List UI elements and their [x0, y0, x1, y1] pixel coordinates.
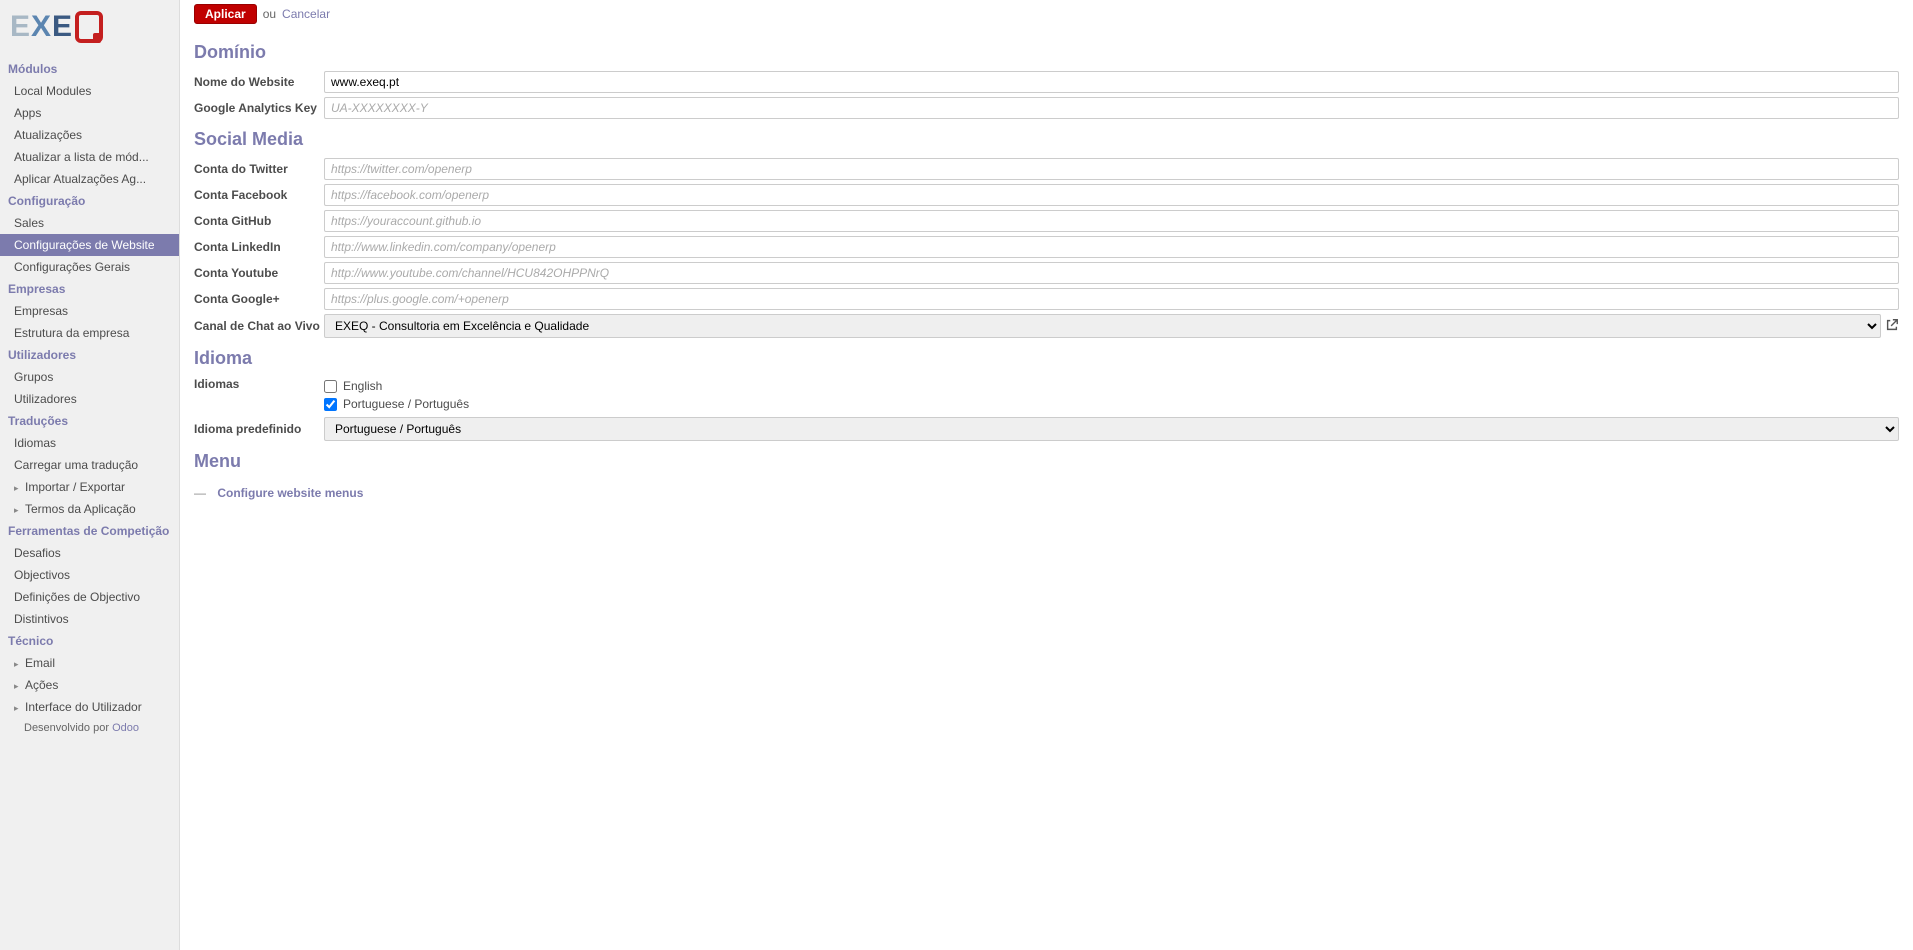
nav-item[interactable]: Idiomas — [0, 432, 179, 454]
nav-item[interactable]: Local Modules — [0, 80, 179, 102]
nav-item[interactable]: Termos da Aplicação — [0, 498, 179, 520]
input-linkedin[interactable] — [324, 236, 1899, 258]
nav-item[interactable]: Configurações Gerais — [0, 256, 179, 278]
nav-item[interactable]: Apps — [0, 102, 179, 124]
logo: EXE — [0, 0, 179, 58]
label-googleplus: Conta Google+ — [194, 292, 324, 306]
nav-item[interactable]: Definições de Objectivo — [0, 586, 179, 608]
nav-section-title: Utilizadores — [0, 344, 179, 366]
logo-q-icon — [75, 11, 103, 43]
logo-part-2: X — [31, 10, 52, 44]
logo-part-3: E — [52, 10, 73, 44]
nav-item[interactable]: Atualizar a lista de mód... — [0, 146, 179, 168]
section-title-idioma: Idioma — [194, 348, 1899, 369]
label-youtube: Conta Youtube — [194, 266, 324, 280]
cancel-link[interactable]: Cancelar — [282, 7, 330, 21]
label-livechat: Canal de Chat ao Vivo — [194, 319, 324, 333]
nav-item[interactable]: Distintivos — [0, 608, 179, 630]
checkbox-english[interactable] — [324, 380, 337, 393]
label-ga-key: Google Analytics Key — [194, 101, 324, 115]
label-twitter: Conta do Twitter — [194, 162, 324, 176]
checkbox-portuguese[interactable] — [324, 398, 337, 411]
nav-item[interactable]: Sales — [0, 212, 179, 234]
apply-button[interactable]: Aplicar — [194, 4, 257, 24]
footer-prefix: Desenvolvido por — [24, 722, 112, 734]
input-website-name[interactable] — [324, 71, 1899, 93]
nav-item[interactable]: Interface do Utilizador — [0, 696, 179, 718]
label-github: Conta GitHub — [194, 214, 324, 228]
label-default-language: Idioma predefinido — [194, 422, 324, 436]
nav-item[interactable]: Empresas — [0, 300, 179, 322]
input-github[interactable] — [324, 210, 1899, 232]
nav-item[interactable]: Aplicar Atualzações Ag... — [0, 168, 179, 190]
nav-item[interactable]: Ações — [0, 674, 179, 696]
section-title-dominio: Domínio — [194, 42, 1899, 63]
input-youtube[interactable] — [324, 262, 1899, 284]
nav-section-title: Configuração — [0, 190, 179, 212]
nav-section-title: Traduções — [0, 410, 179, 432]
external-link-icon[interactable] — [1885, 318, 1899, 335]
menu-dash: — — [194, 486, 206, 500]
label-linkedin: Conta LinkedIn — [194, 240, 324, 254]
select-default-language[interactable]: Portuguese / Português — [324, 417, 1899, 441]
label-english: English — [343, 379, 382, 393]
section-title-menu: Menu — [194, 451, 1899, 472]
section-title-social: Social Media — [194, 129, 1899, 150]
label-facebook: Conta Facebook — [194, 188, 324, 202]
nav-item[interactable]: Configurações de Website — [0, 234, 179, 256]
logo-part-1: E — [10, 10, 31, 44]
label-idiomas: Idiomas — [194, 377, 324, 391]
nav-item[interactable]: Carregar uma tradução — [0, 454, 179, 476]
nav-item[interactable]: Importar / Exportar — [0, 476, 179, 498]
input-facebook[interactable] — [324, 184, 1899, 206]
input-twitter[interactable] — [324, 158, 1899, 180]
footer-link[interactable]: Odoo — [112, 722, 139, 734]
nav-item[interactable]: Atualizações — [0, 124, 179, 146]
label-portuguese: Portuguese / Português — [343, 397, 469, 411]
nav-item[interactable]: Utilizadores — [0, 388, 179, 410]
input-ga-key[interactable] — [324, 97, 1899, 119]
main-content: Aplicar ou Cancelar Domínio Nome do Webs… — [180, 0, 1913, 950]
action-bar: Aplicar ou Cancelar — [194, 0, 1899, 32]
nav-item[interactable]: Email — [0, 652, 179, 674]
footer-note: Desenvolvido por Odoo — [0, 718, 179, 738]
input-googleplus[interactable] — [324, 288, 1899, 310]
nav-section-title: Módulos — [0, 58, 179, 80]
configure-menus-link[interactable]: Configure website menus — [217, 486, 363, 500]
label-website-name: Nome do Website — [194, 75, 324, 89]
nav-section-title: Técnico — [0, 630, 179, 652]
nav-section-title: Ferramentas de Competição — [0, 520, 179, 542]
or-text: ou — [263, 7, 276, 21]
nav-item[interactable]: Grupos — [0, 366, 179, 388]
select-livechat[interactable]: EXEQ - Consultoria em Excelência e Quali… — [324, 314, 1881, 338]
nav-section-title: Empresas — [0, 278, 179, 300]
nav-item[interactable]: Estrutura da empresa — [0, 322, 179, 344]
nav-item[interactable]: Objectivos — [0, 564, 179, 586]
nav-item[interactable]: Desafios — [0, 542, 179, 564]
sidebar: EXE MódulosLocal ModulesAppsAtualizações… — [0, 0, 180, 950]
